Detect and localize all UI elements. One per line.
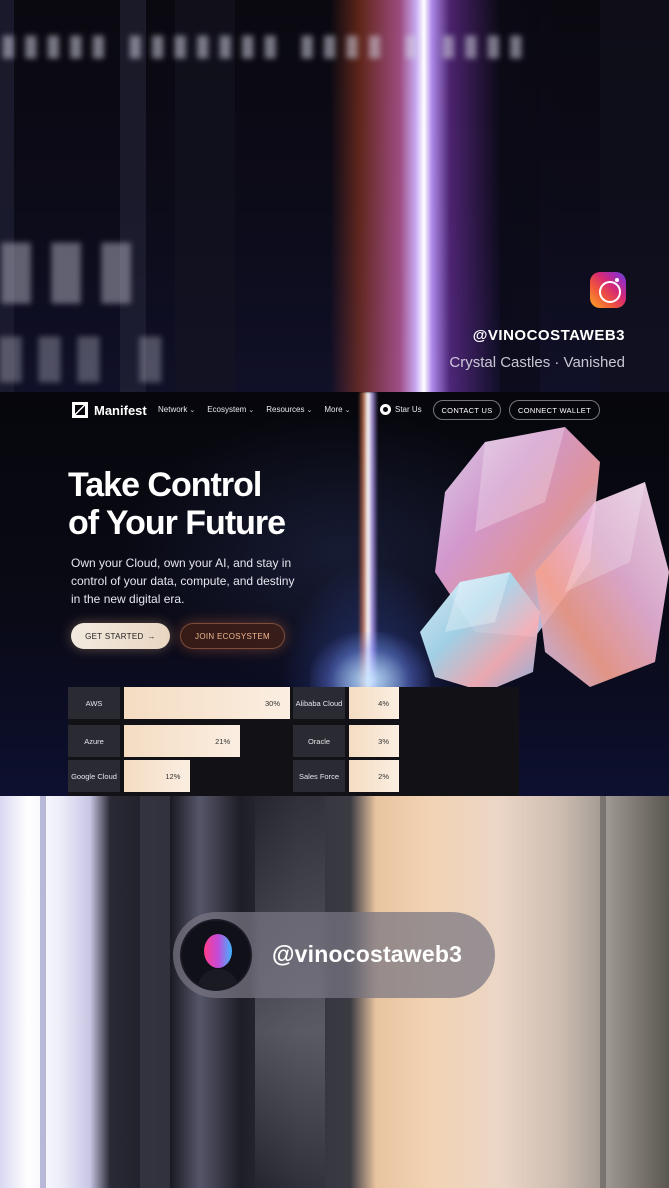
join-ecosystem-button[interactable]: JOIN ECOSYSTEM [180, 623, 285, 649]
hero-title: Take Control of Your Future [68, 466, 286, 542]
nav-item-more[interactable]: More ⌄ [324, 405, 350, 414]
hero-title-line: Take Control [68, 466, 262, 504]
arrow-right-icon: → [147, 631, 156, 641]
brand-logo[interactable]: Manifest [72, 402, 147, 418]
top-video-background: ▮▮▮▮▮ ▮▮▮▮▮▮▮ ▮▮▮▮ ▮ ▮▮▮▮ ▮▮▮ ▮▮▮ ▮ @VIN… [0, 0, 669, 392]
chevron-down-icon: ⌄ [306, 406, 313, 414]
light-streak [600, 796, 606, 1188]
bar-row: Google Cloud 12% [68, 760, 294, 792]
chevron-down-icon: ⌄ [189, 406, 196, 414]
nav-item-label: Network [158, 405, 188, 414]
bar-row: Oracle 3% [293, 725, 519, 757]
instagram-handle: @VINOCOSTAWEB3 [472, 327, 625, 344]
crystal-illustration [420, 427, 669, 692]
bar-label: AWS [68, 687, 120, 719]
get-started-button[interactable]: GET STARTED → [71, 623, 170, 649]
blurred-hero-text: ▮▮▮ ▮ [0, 321, 173, 388]
connect-wallet-button[interactable]: CONNECT WALLET [509, 400, 600, 420]
bar-label: Sales Force [293, 760, 345, 792]
star-us-link[interactable]: Star Us [380, 404, 422, 415]
bar-value: 2% [349, 760, 399, 792]
instagram-icon[interactable] [590, 272, 626, 308]
nav-item-ecosystem[interactable]: Ecosystem ⌄ [207, 405, 254, 414]
github-icon [380, 404, 391, 415]
bar-row: AWS 30% [68, 687, 294, 719]
chevron-down-icon: ⌄ [344, 406, 351, 414]
star-us-label: Star Us [395, 405, 422, 414]
manifest-logo-icon [72, 402, 88, 418]
song-credit: Crystal Castles · Vanished [449, 354, 625, 371]
nav-item-resources[interactable]: Resources ⌄ [266, 405, 312, 414]
hero-subtitle: Own your Cloud, own your AI, and stay in… [71, 556, 295, 606]
nav-item-network[interactable]: Network ⌄ [158, 405, 195, 414]
light-streak [140, 796, 170, 1188]
bar-value: 3% [349, 725, 399, 757]
bar-value: 30% [124, 687, 290, 719]
bottom-video-background: @vinocostaweb3 [0, 796, 669, 1188]
contact-us-button[interactable]: CONTACT US [433, 400, 501, 420]
bar-value: 4% [349, 687, 399, 719]
bar-label: Azure [68, 725, 120, 757]
brand-name: Manifest [94, 402, 147, 418]
nav-item-label: More [324, 405, 343, 414]
hero-title-line: of Your Future [68, 504, 286, 542]
market-share-chart: AWS 30% Alibaba Cloud 4% Azure 21% Oracle 3% Goo… [68, 687, 519, 796]
nav-item-label: Resources [266, 405, 305, 414]
bar-value: 12% [124, 760, 191, 792]
bar-row: Alibaba Cloud 4% [293, 687, 519, 719]
chevron-down-icon: ⌄ [248, 406, 255, 414]
get-started-label: GET STARTED [85, 631, 144, 641]
bar-label: Google Cloud [68, 760, 120, 792]
nav-item-label: Ecosystem [207, 405, 247, 414]
bar-label: Alibaba Cloud [293, 687, 345, 719]
creator-avatar[interactable] [180, 919, 252, 991]
bar-row: Azure 21% [68, 725, 294, 757]
blurred-nav-text: ▮▮▮▮▮ ▮▮▮▮▮▮▮ ▮▮▮▮ ▮ ▮▮▮▮ [0, 29, 531, 62]
bar-row: Sales Force 2% [293, 760, 519, 792]
bar-label: Oracle [293, 725, 345, 757]
blurred-hero-text: ▮▮▮ [0, 222, 145, 311]
nav-links: Network ⌄ Ecosystem ⌄ Resources ⌄ More ⌄ [158, 405, 350, 414]
creator-handle: @vinocostaweb3 [272, 941, 463, 967]
bar-value: 21% [124, 725, 241, 757]
light-streak [40, 796, 46, 1188]
website-screenshot: Manifest Network ⌄ Ecosystem ⌄ Resources ⌄ … [0, 392, 669, 796]
